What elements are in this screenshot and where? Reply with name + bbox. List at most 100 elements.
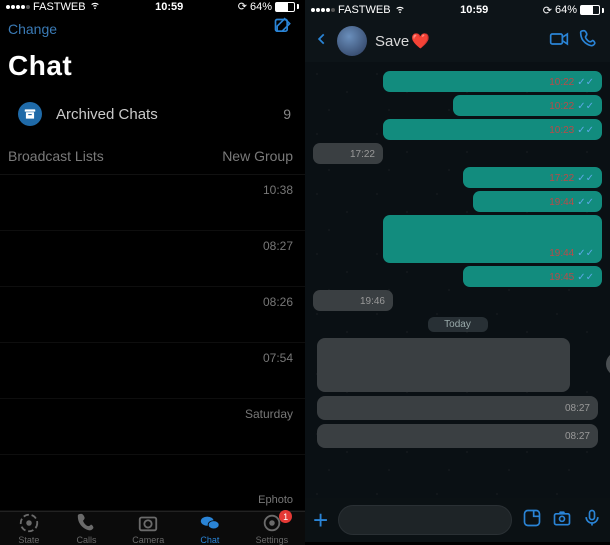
chat-row[interactable]: 08:26 <box>0 287 305 343</box>
chat-row[interactable]: Ephoto <box>0 455 305 511</box>
message-time: 19:46 <box>360 296 385 307</box>
message-time: 19:45 <box>549 272 574 283</box>
message-time: 08:27 <box>565 431 590 442</box>
chat-row[interactable]: 08:27 <box>0 231 305 287</box>
chat-time: 07:54 <box>263 351 293 365</box>
message-time: 10:22 <box>549 77 574 88</box>
date-separator: Today <box>428 317 488 332</box>
phone-icon <box>75 512 99 534</box>
settings-badge: 1 <box>279 510 292 523</box>
read-ticks-icon: ✓✓ <box>577 101 594 112</box>
chat-time: Ephoto <box>258 494 293 506</box>
archive-icon <box>18 102 42 126</box>
video-call-button[interactable] <box>548 29 570 54</box>
archived-count: 9 <box>283 106 291 122</box>
tab-state[interactable]: State <box>17 512 41 545</box>
message-input-bar: + <box>305 498 610 542</box>
message-out[interactable]: 10:22✓✓ <box>383 71 602 92</box>
edit-button[interactable]: Change <box>8 21 57 37</box>
chat-list: 10:38 08:27 08:26 07:54 Saturday Ephoto <box>0 175 305 511</box>
message-out[interactable]: 17:22✓✓ <box>463 167 602 188</box>
chat-icon <box>198 512 222 534</box>
sticker-button[interactable] <box>522 508 542 533</box>
read-ticks-icon: ✓✓ <box>577 272 594 283</box>
carrier-label: FASTWEB <box>33 1 86 13</box>
new-group-button[interactable]: New Group <box>222 148 293 164</box>
message-out[interactable]: 10:22✓✓ <box>453 95 602 116</box>
read-ticks-icon: ✓✓ <box>577 173 594 184</box>
tab-label: Chat <box>200 535 219 545</box>
message-time: 19:44 <box>549 248 574 259</box>
status-bar: FASTWEB 10:59 ⟳ 64% <box>305 0 610 20</box>
conversation-screen: FASTWEB 10:59 ⟳ 64% Save❤️ 10:22✓✓ 10:22… <box>305 0 610 542</box>
read-ticks-icon: ✓✓ <box>577 77 594 88</box>
battery-percent: 64% <box>555 4 577 16</box>
voice-call-button[interactable] <box>578 29 600 54</box>
message-time: 19:44 <box>549 197 574 208</box>
back-button[interactable] <box>315 29 329 54</box>
message-out[interactable]: 19:44✓✓ <box>473 191 602 212</box>
message-in[interactable]: 17:22 <box>313 143 383 164</box>
tab-label: State <box>18 535 39 545</box>
signal-icon <box>311 8 335 12</box>
chat-row[interactable]: Saturday <box>0 399 305 455</box>
messages-area[interactable]: 10:22✓✓ 10:22✓✓ 10:23✓✓ 17:22 17:22✓✓ 19… <box>305 62 610 498</box>
tab-label: Settings <box>256 535 289 545</box>
chats-list-screen: FASTWEB 10:59 ⟳ 64% Change Chat Archived… <box>0 0 305 542</box>
message-time: 17:22 <box>549 173 574 184</box>
tab-settings[interactable]: 1 Settings <box>256 512 289 545</box>
camera-icon <box>136 512 160 534</box>
battery-icon <box>580 5 604 15</box>
status-bar: FASTWEB 10:59 ⟳ 64% <box>0 0 305 13</box>
message-time: 10:23 <box>549 125 574 136</box>
status-icon <box>17 512 41 534</box>
chat-row[interactable]: 10:38 <box>0 175 305 231</box>
chat-time: 08:27 <box>263 239 293 253</box>
read-ticks-icon: ✓✓ <box>577 125 594 136</box>
heart-icon: ❤️ <box>411 32 430 50</box>
message-out[interactable]: 10:23✓✓ <box>383 119 602 140</box>
chat-time: 08:26 <box>263 295 293 309</box>
wifi-icon <box>89 0 101 13</box>
message-input[interactable] <box>338 505 512 535</box>
signal-icon <box>6 5 30 9</box>
carrier-label: FASTWEB <box>338 4 391 16</box>
compose-icon[interactable] <box>273 17 293 40</box>
page-title: Chat <box>0 42 305 96</box>
message-in[interactable]: 08:27 <box>317 424 598 448</box>
tab-bar: State Calls Camera Chat 1 Settings <box>0 511 305 545</box>
archived-label: Archived Chats <box>56 106 158 123</box>
chat-time: Saturday <box>245 407 293 421</box>
read-ticks-icon: ✓✓ <box>577 248 594 259</box>
tab-calls[interactable]: Calls <box>75 512 99 545</box>
message-time: 10:22 <box>549 101 574 112</box>
battery-icon <box>275 2 299 12</box>
tab-camera[interactable]: Camera <box>132 512 164 545</box>
microphone-button[interactable] <box>582 508 602 533</box>
wifi-icon <box>394 4 406 17</box>
message-in[interactable]: 19:46 <box>313 290 393 311</box>
tab-chat[interactable]: Chat <box>198 512 222 545</box>
status-clock: 10:59 <box>155 1 183 13</box>
message-attachment[interactable] <box>317 338 570 392</box>
conversation-header: Save❤️ <box>305 20 610 62</box>
chat-time: 10:38 <box>263 183 293 197</box>
archived-chats-row[interactable]: Archived Chats 9 <box>0 96 305 138</box>
contact-name[interactable]: Save❤️ <box>375 32 430 50</box>
attach-button[interactable]: + <box>313 505 328 536</box>
message-time: 08:27 <box>565 403 590 414</box>
read-ticks-icon: ✓✓ <box>577 197 594 208</box>
message-out[interactable]: 19:44✓✓ <box>383 215 602 263</box>
broadcast-lists-button[interactable]: Broadcast Lists <box>8 148 104 164</box>
message-time: 17:22 <box>350 149 375 160</box>
tab-label: Calls <box>77 535 97 545</box>
chat-row[interactable]: 07:54 <box>0 343 305 399</box>
forward-button[interactable] <box>606 352 610 376</box>
message-in[interactable]: 08:27 <box>317 396 598 420</box>
camera-button[interactable] <box>552 508 572 533</box>
message-out[interactable]: 19:45✓✓ <box>463 266 602 287</box>
status-clock: 10:59 <box>460 4 488 16</box>
battery-percent: 64% <box>250 1 272 13</box>
tab-label: Camera <box>132 535 164 545</box>
avatar[interactable] <box>337 26 367 56</box>
